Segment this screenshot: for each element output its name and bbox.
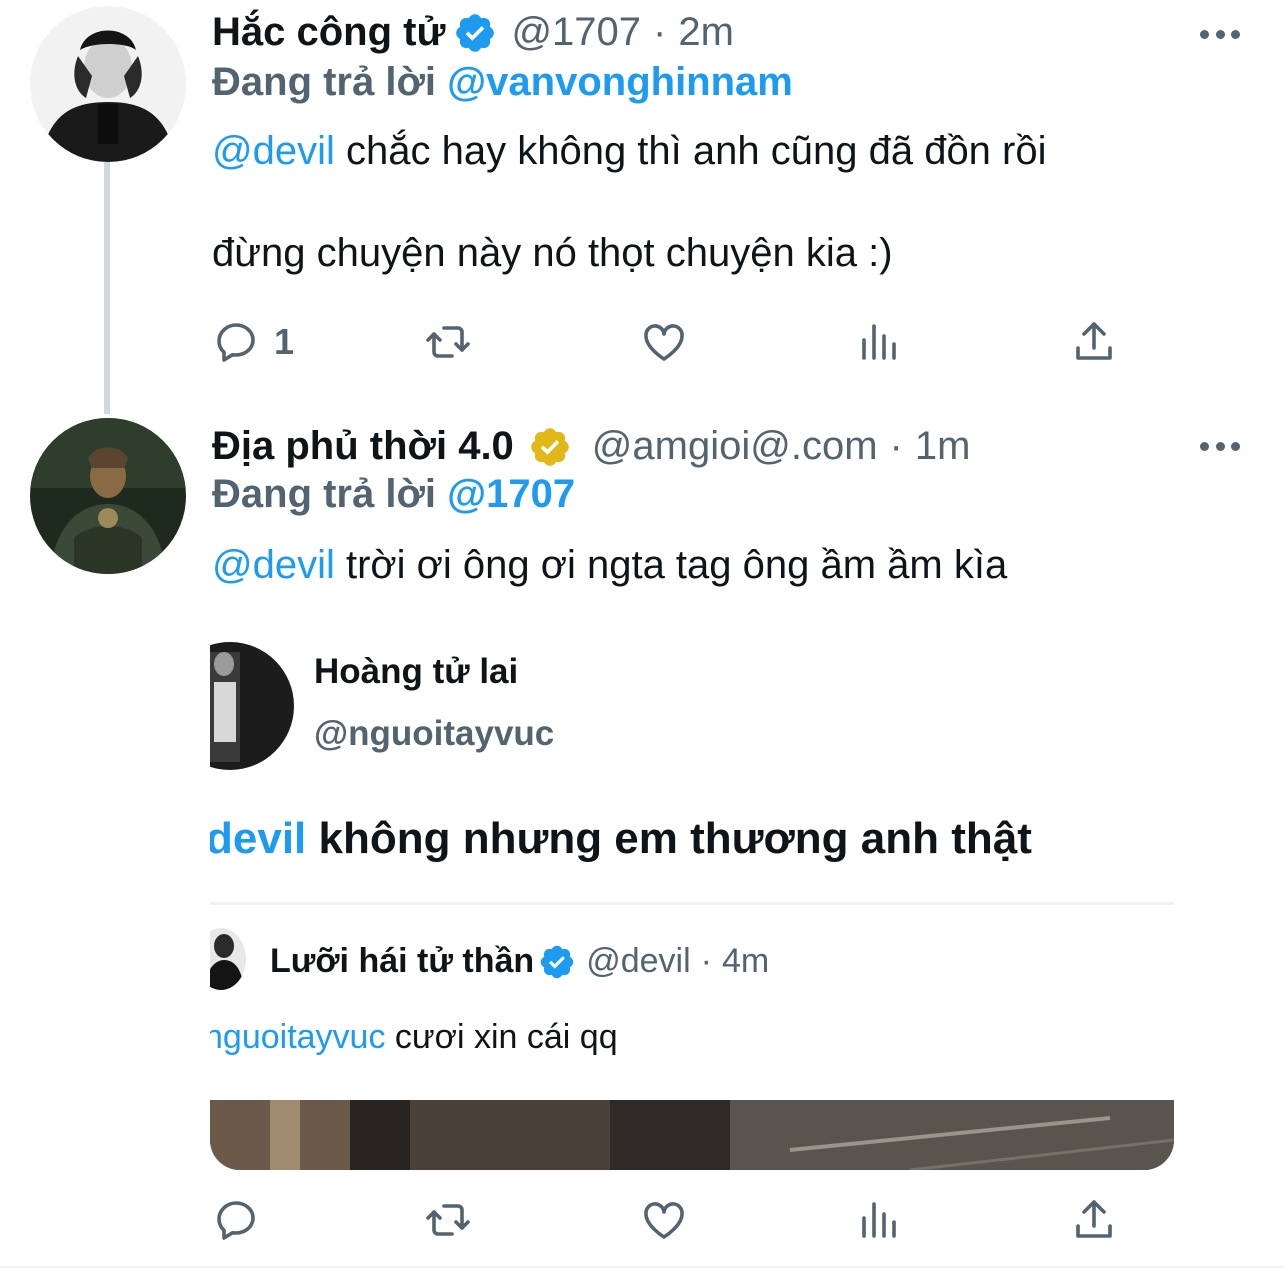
timestamp[interactable]: 2m — [678, 10, 734, 55]
tweet-actions — [212, 1194, 1132, 1246]
timestamp[interactable]: 1m — [915, 424, 971, 469]
tweet-1[interactable]: Hắc công tử @1707 · 2m Đang trả lời @van… — [0, 0, 1284, 414]
reply-icon — [217, 323, 255, 362]
user-avatar-hac-cong-tu[interactable] — [30, 6, 186, 162]
quoted-separator: · — [700, 942, 712, 980]
display-name[interactable]: Địa phủ thời 4.0 — [212, 424, 514, 469]
share-button[interactable] — [1070, 316, 1118, 368]
gold-verified-icon — [528, 425, 572, 469]
reply-icon — [217, 1201, 255, 1240]
replying-to: Đang trả lời @vanvonghinnam — [212, 60, 793, 105]
reply-count: 1 — [274, 321, 295, 362]
tweet-text-line: trời ơi ông ơi ngta tag ông ầm ầm kìa — [334, 543, 1008, 587]
more-options-icon[interactable] — [1200, 26, 1240, 42]
retweet-icon — [426, 1204, 470, 1236]
tweet-text: @devil trời ơi ông ơi ngta tag ông ầm ầm… — [212, 540, 1007, 590]
tweet-text: @devil chắc hay không thì anh cũng đã đồ… — [212, 126, 1047, 176]
analytics-icon — [862, 324, 896, 360]
tweet-text-line: chắc hay không thì anh cũng đã đồn rồi — [334, 129, 1047, 173]
mention-link[interactable]: @devil — [212, 543, 335, 587]
quoted-handle: @devil — [586, 942, 691, 980]
embedded-tweet-text: devil không nhưng em thương anh thật — [210, 814, 1032, 864]
retweet-button[interactable] — [424, 1194, 472, 1246]
user-avatar-dia-phu[interactable] — [30, 418, 186, 574]
analytics-button[interactable] — [856, 1194, 904, 1246]
tweet-actions: 1 — [212, 316, 1132, 368]
heart-icon — [644, 1202, 684, 1239]
tweet-header: Địa phủ thời 4.0 @amgioi@.com · 1m — [212, 424, 970, 469]
analytics-button[interactable] — [856, 316, 904, 368]
share-button[interactable] — [1070, 1194, 1118, 1246]
replying-to-handle[interactable]: @1707 — [447, 472, 575, 516]
quoted-timestamp: 4m — [721, 942, 770, 980]
quoted-header: Lưỡi hái tử thần @devil · 4m — [270, 942, 769, 981]
more-options-icon[interactable] — [1200, 438, 1240, 454]
share-icon — [1076, 322, 1112, 360]
analytics-icon — [862, 1202, 896, 1238]
replying-to-label: Đang trả lời — [212, 60, 437, 104]
reply-button[interactable]: 1 — [212, 316, 294, 368]
embedded-divider — [210, 902, 1174, 905]
embedded-text-line: không nhưng em thương anh thật — [306, 814, 1032, 863]
share-icon — [1076, 1200, 1112, 1238]
blue-verified-icon — [538, 943, 576, 981]
tweet-attached-image[interactable]: Hoàng tử lai @nguoitayvuc devil không nh… — [210, 630, 1174, 1170]
separator-dot: · — [653, 10, 667, 54]
tweet-divider — [0, 1266, 1284, 1268]
retweet-icon — [426, 326, 470, 358]
replying-to-handle[interactable]: @vanvonghinnam — [447, 60, 793, 104]
replying-to-label: Đang trả lời — [212, 472, 437, 516]
heart-icon — [644, 324, 684, 361]
quoted-avatar — [210, 928, 246, 990]
quoted-display-name: Lưỡi hái tử thần — [270, 942, 535, 980]
embedded-handle: @nguoitayvuc — [314, 714, 555, 753]
separator-dot: · — [889, 424, 903, 468]
thread-connector — [104, 162, 110, 414]
like-button[interactable] — [640, 316, 688, 368]
reply-button[interactable] — [212, 1194, 260, 1246]
embedded-display-name: Hoàng tử lai — [314, 652, 519, 691]
retweet-button[interactable] — [424, 316, 472, 368]
tweet-header: Hắc công tử @1707 · 2m — [212, 10, 734, 55]
user-handle[interactable]: @1707 — [511, 10, 641, 55]
embedded-avatar — [210, 642, 294, 770]
display-name[interactable]: Hắc công tử — [212, 10, 445, 55]
quoted-photo — [210, 1100, 1174, 1170]
embedded-mention: devil — [210, 814, 307, 863]
quoted-tweet-text: nguoitayvuc cươi xin cái qq — [210, 1018, 618, 1057]
mention-link[interactable]: @devil — [212, 129, 335, 173]
blue-verified-icon — [453, 11, 497, 55]
quoted-text-line: cươi xin cái qq — [385, 1018, 618, 1056]
like-button[interactable] — [640, 1194, 688, 1246]
tweet-text-line: đừng chuyện này nó thọt chuyện kia :) — [212, 231, 893, 275]
quoted-mention: nguoitayvuc — [210, 1018, 386, 1056]
user-handle[interactable]: @amgioi@.com — [592, 424, 878, 469]
replying-to: Đang trả lời @1707 — [212, 472, 575, 517]
